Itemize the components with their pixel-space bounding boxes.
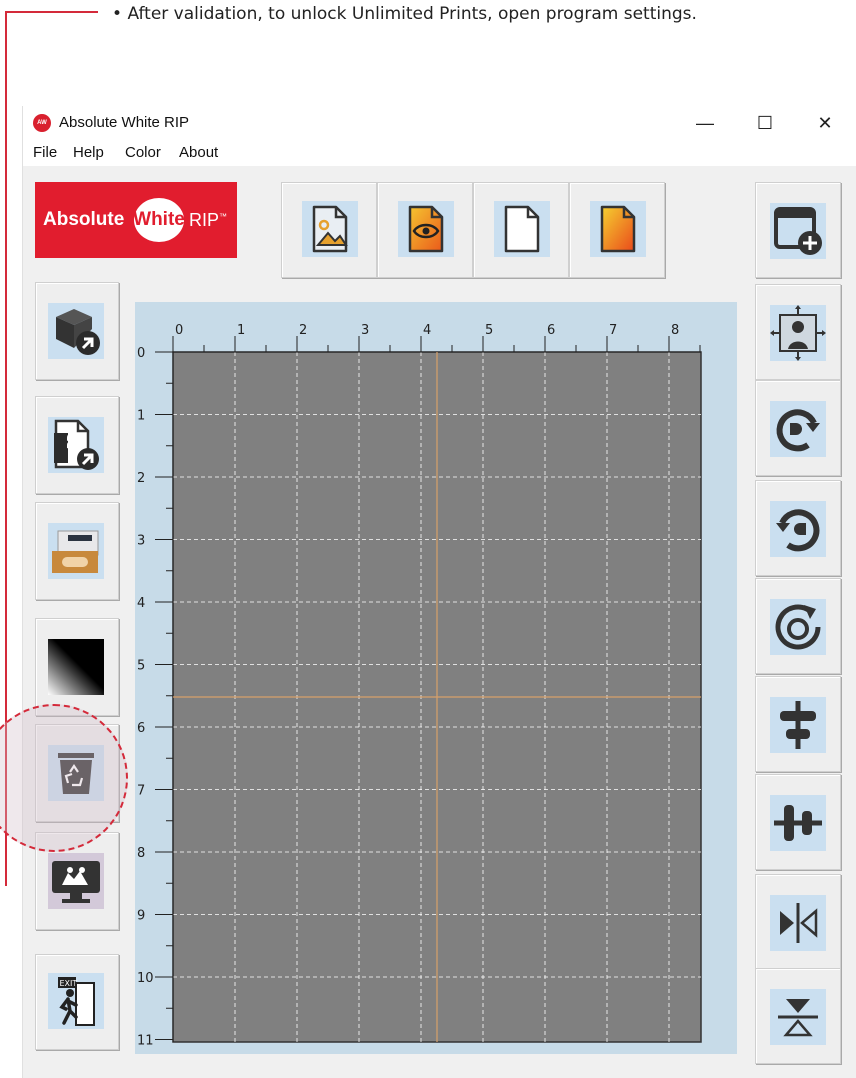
import-package-icon [56, 309, 100, 355]
flip-horizontal-button[interactable] [755, 874, 841, 970]
print-canvas-frame: 0 1 2 3 4 5 6 7 8 0 1 2 3 4 5 6 7 8 9 10 11 [135, 302, 737, 1054]
ruler-label-x: 6 [547, 323, 555, 338]
ruler-label-y: 2 [137, 471, 145, 486]
svg-text:PDF: PDF [66, 427, 77, 449]
print-canvas[interactable]: 0 1 2 3 4 5 6 7 8 0 1 2 3 4 5 6 7 8 9 10 11 [135, 302, 737, 1054]
logo-word-white: White [133, 209, 185, 230]
ruler-label-y: 3 [137, 534, 145, 549]
import-pdf-button[interactable]: PDF [35, 396, 119, 494]
title-bar: AW Absolute White RIP — ☐ ✕ [23, 106, 856, 140]
window-title: Absolute White RIP [59, 114, 190, 131]
rotate-180-button[interactable] [755, 578, 841, 674]
align-center-horizontal-icon [774, 805, 822, 841]
ruler-label-x: 3 [361, 323, 369, 338]
gradient-page-button[interactable] [569, 182, 665, 278]
rotate-left-button[interactable] [755, 480, 841, 576]
ruler-label-x: 5 [485, 323, 493, 338]
ruler-label-y: 0 [137, 346, 145, 361]
rotate-right-icon [776, 409, 820, 452]
maximize-button[interactable]: ☐ [743, 108, 787, 138]
ruler-label-x: 7 [609, 323, 617, 338]
app-icon: AW [33, 114, 51, 132]
new-job-button[interactable] [755, 182, 841, 278]
exit-icon: EXIT [58, 977, 95, 1026]
blank-page-button[interactable] [473, 182, 569, 278]
ruler-label-x: 0 [175, 323, 183, 338]
minimize-button[interactable]: — [683, 108, 727, 138]
menu-file[interactable]: File [33, 144, 57, 161]
align-center-vertical-button[interactable] [755, 676, 841, 772]
gradient-page-icon [600, 205, 636, 253]
close-button[interactable]: ✕ [803, 108, 847, 138]
preview-button[interactable] [377, 182, 473, 278]
image-file-icon [312, 205, 348, 253]
preview-file-icon [408, 205, 444, 253]
ruler-label-y: 7 [137, 784, 145, 799]
gradient-icon [48, 639, 104, 695]
align-center-vertical-icon [780, 701, 816, 749]
new-window-add-icon [774, 207, 822, 255]
printer-photo-icon [52, 530, 99, 573]
gradient-button[interactable] [35, 618, 119, 716]
ruler-label-y: 11 [137, 1034, 154, 1049]
ruler-label-x: 1 [237, 323, 245, 338]
app-window: AW Absolute White RIP — ☐ ✕ File Help Co… [22, 106, 856, 1078]
exit-button[interactable]: EXIT [35, 954, 119, 1050]
menu-about[interactable]: About [179, 144, 218, 161]
brand-logo: Absolute White RIP™ [35, 182, 237, 258]
fit-center-button[interactable] [755, 284, 841, 380]
rotate-180-icon [775, 604, 821, 650]
ruler-label-x: 4 [423, 323, 431, 338]
svg-text:EXIT: EXIT [60, 979, 78, 988]
ruler-label-y: 5 [137, 659, 145, 674]
printer-setup-button[interactable] [35, 502, 119, 600]
ruler-label-y: 6 [137, 721, 145, 736]
rotate-left-icon [776, 509, 820, 552]
flip-horizontal-icon [780, 903, 818, 943]
ruler-label-x: 2 [299, 323, 307, 338]
logo-word-absolute: Absolute [43, 209, 125, 230]
flip-vertical-button[interactable] [755, 968, 841, 1064]
ruler-label-y: 8 [137, 846, 145, 861]
import-pdf-icon: PDF [54, 419, 99, 470]
align-center-horizontal-button[interactable] [755, 774, 841, 870]
blank-page-icon [504, 205, 540, 253]
rotate-right-button[interactable] [755, 380, 841, 476]
ruler-label-y: 1 [137, 409, 145, 424]
flip-vertical-icon [778, 999, 818, 1037]
fit-center-icon [770, 305, 826, 361]
ruler-label-y: 9 [137, 909, 145, 924]
import-button[interactable] [35, 282, 119, 380]
settings-monitor-icon [52, 861, 100, 903]
menu-color[interactable]: Color [125, 144, 161, 161]
menu-bar: File Help Color About [23, 140, 856, 166]
menu-help[interactable]: Help [73, 144, 104, 161]
ruler-label-y: 4 [137, 596, 145, 611]
logo-word-rip: RIP™ [189, 210, 228, 230]
instruction-text: • After validation, to unlock Unlimited … [112, 4, 697, 24]
open-image-button[interactable] [281, 182, 377, 278]
ruler-label-x: 8 [671, 323, 679, 338]
ruler-label-y: 10 [137, 971, 154, 986]
